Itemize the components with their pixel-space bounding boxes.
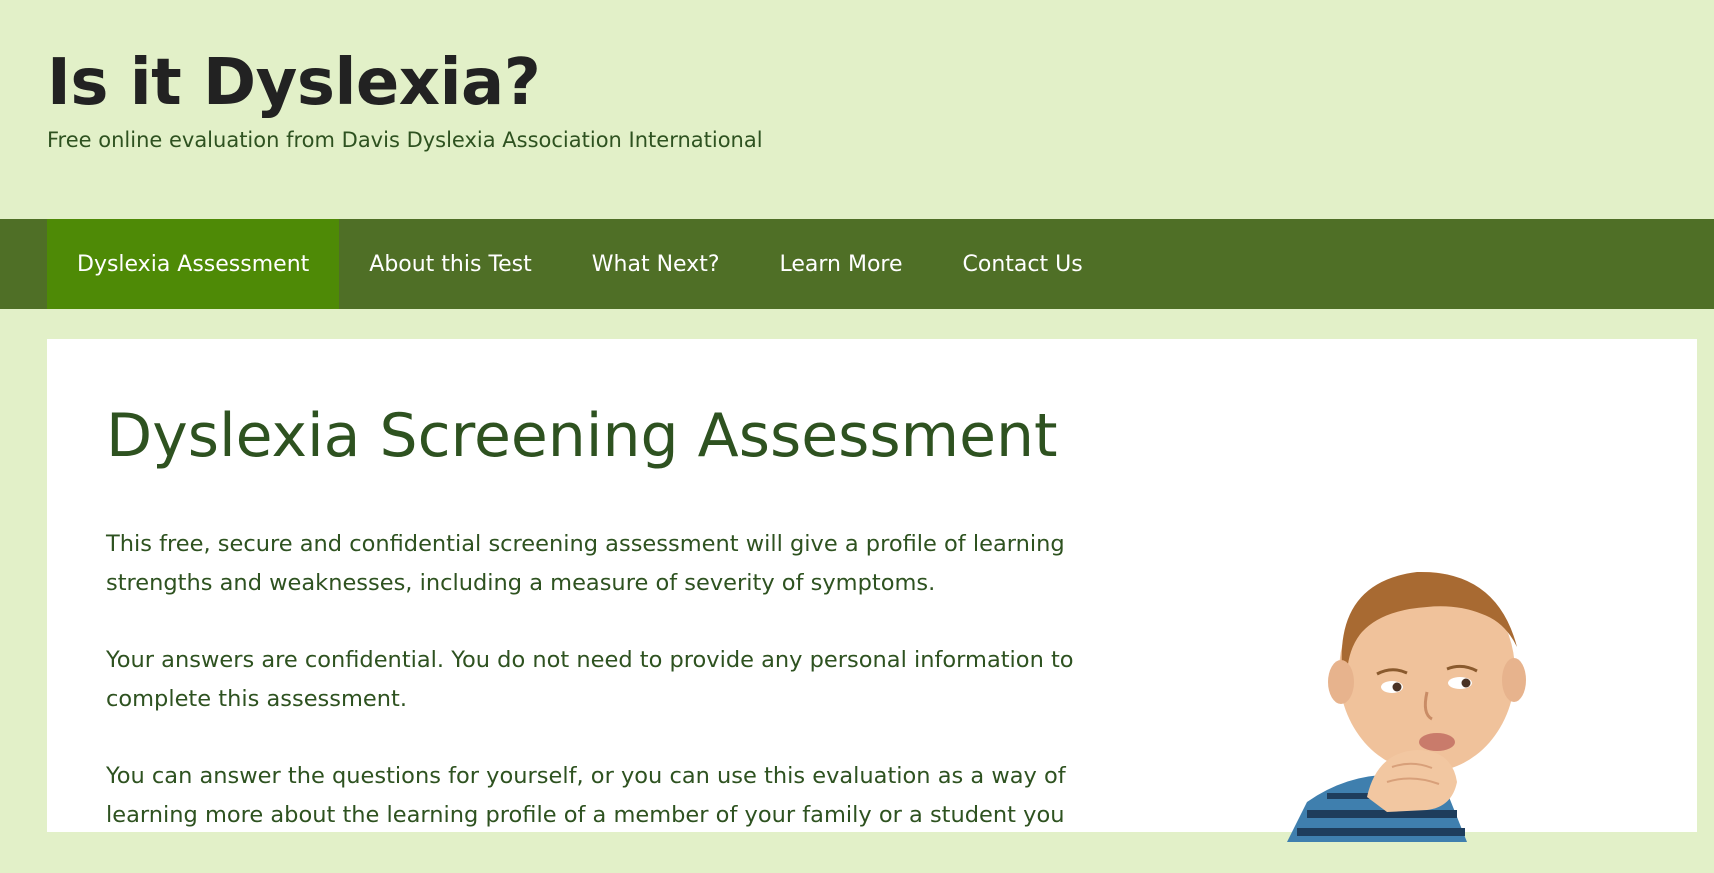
intro-paragraph: This free, secure and confidential scree… [106, 531, 1065, 596]
main-navigation: Dyslexia Assessment About this Test What… [0, 219, 1714, 309]
nav-item-what-next[interactable]: What Next? [562, 219, 750, 309]
nav-menu: Dyslexia Assessment About this Test What… [47, 219, 1113, 309]
thinking-boy-image [1287, 571, 1526, 842]
nav-item-dyslexia-assessment[interactable]: Dyslexia Assessment [47, 219, 340, 309]
intro-paragraph: You can answer the questions for yoursel… [106, 763, 1066, 828]
site-tagline: Free online evaluation from Davis Dyslex… [47, 128, 763, 152]
nav-item-about-this-test[interactable]: About this Test [339, 219, 562, 309]
content-card: Dyslexia Screening Assessment This free,… [47, 339, 1697, 842]
site-title[interactable]: Is it Dyslexia? [47, 48, 541, 119]
nav-item-learn-more[interactable]: Learn More [750, 219, 933, 309]
page-title: Dyslexia Screening Assessment [106, 401, 1058, 471]
intro-paragraph: Your answers are confidential. You do no… [106, 647, 1074, 712]
intro-text: This free, secure and confidential scree… [106, 525, 1136, 873]
site-header: Is it Dyslexia? Free online evaluation f… [0, 0, 1714, 219]
nav-item-contact-us[interactable]: Contact Us [933, 219, 1113, 309]
